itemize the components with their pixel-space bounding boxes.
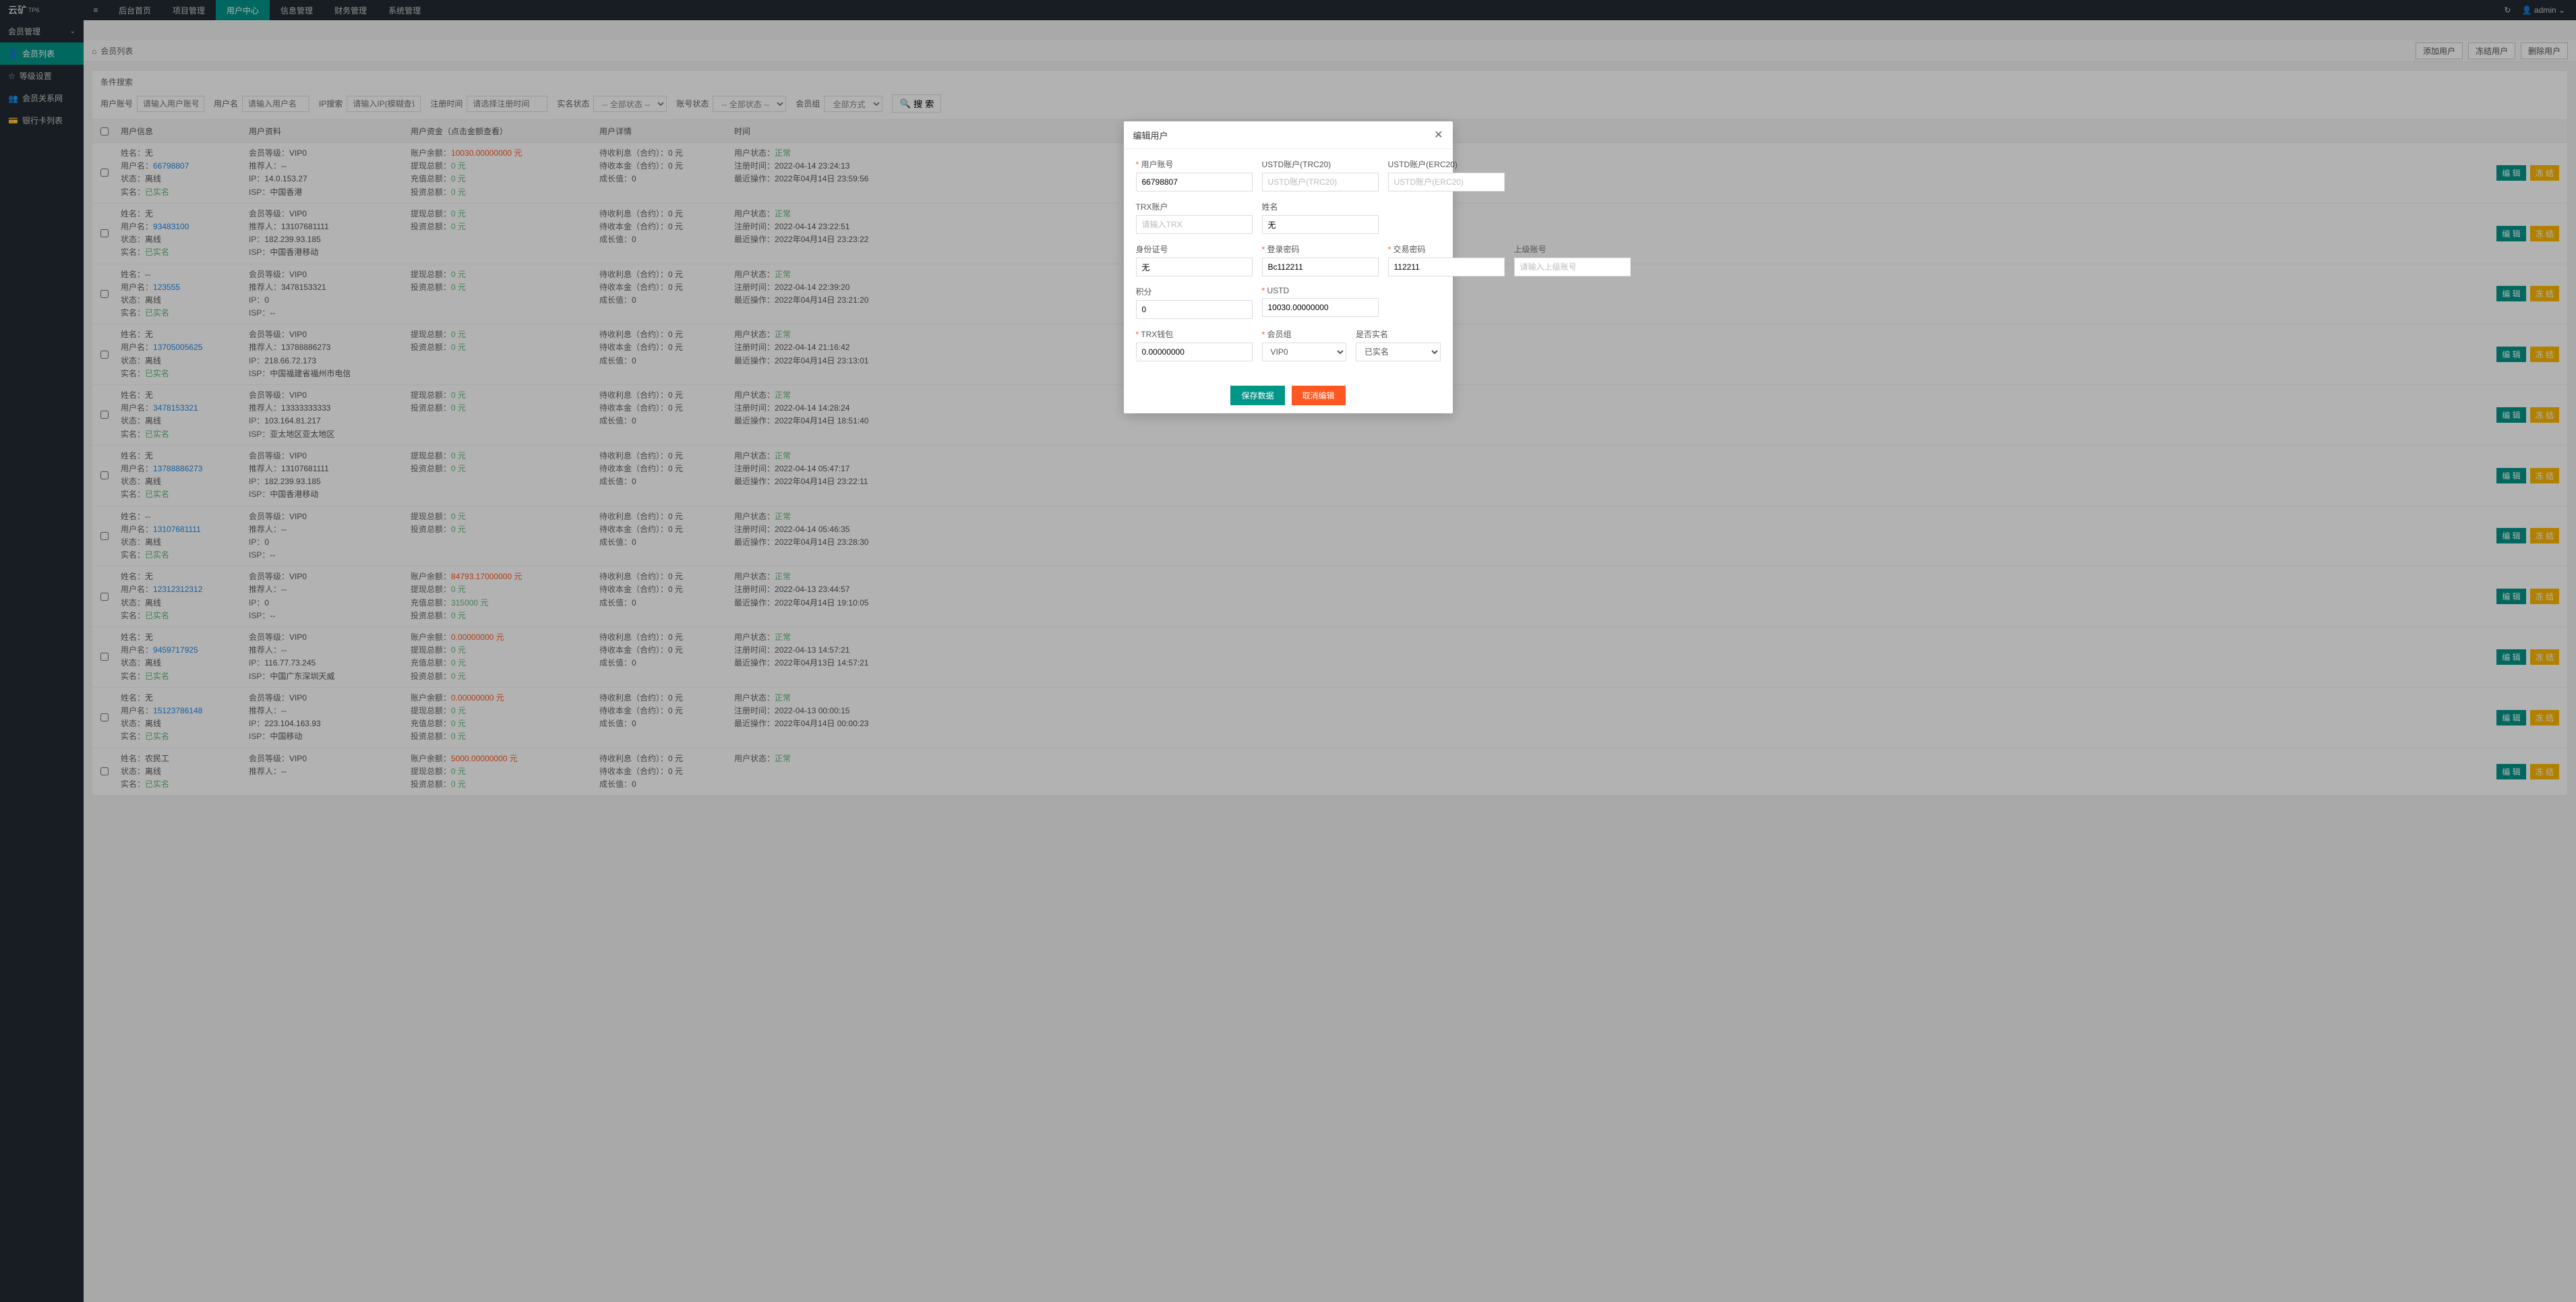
modal-realname-label: 是否实名 [1356,328,1441,340]
modal-group-label: 会员组 [1262,328,1347,340]
modal-tradepwd-input[interactable] [1388,258,1505,276]
modal-parent-input[interactable] [1514,258,1631,276]
modal-group-select[interactable]: VIP0 [1262,343,1347,361]
close-icon[interactable]: ✕ [1434,128,1443,142]
modal-idcard-label: 身份证号 [1136,243,1253,255]
modal-trx-label: TRX账户 [1136,201,1253,212]
modal-title: 编辑用户 [1133,129,1168,142]
edit-user-modal: 编辑用户 ✕ 用户账号 USTD账户(TRC20) USTD账户(ERC20) [1124,121,1453,413]
modal-usdt-trc20-label: USTD账户(TRC20) [1262,158,1379,170]
modal-loginpwd-input[interactable] [1262,258,1379,276]
modal-usdt-erc20-label: USTD账户(ERC20) [1388,158,1505,170]
modal-trxwallet-input[interactable] [1136,343,1253,361]
modal-points-input[interactable] [1136,300,1253,319]
modal-usdt-trc20-input[interactable] [1262,173,1379,191]
modal-tradepwd-label: 交易密码 [1388,243,1505,255]
modal-trx-input[interactable] [1136,215,1253,234]
modal-trxwallet-label: TRX钱包 [1136,328,1253,340]
modal-name-input[interactable] [1262,215,1379,234]
modal-idcard-input[interactable] [1136,258,1253,276]
modal-points-label: 积分 [1136,286,1253,297]
modal-ustd-label: USTD [1262,286,1379,295]
save-button[interactable]: 保存数据 [1230,386,1284,405]
modal-usdt-erc20-input[interactable] [1388,173,1505,191]
modal-loginpwd-label: 登录密码 [1262,243,1379,255]
modal-name-label: 姓名 [1262,201,1379,212]
modal-parent-label: 上级账号 [1514,243,1631,255]
modal-account-input[interactable] [1136,173,1253,191]
cancel-button[interactable]: 取消编辑 [1292,386,1346,405]
modal-account-label: 用户账号 [1136,158,1253,170]
modal-ustd-input[interactable] [1262,298,1379,317]
modal-realname-select[interactable]: 已实名 [1356,343,1441,361]
